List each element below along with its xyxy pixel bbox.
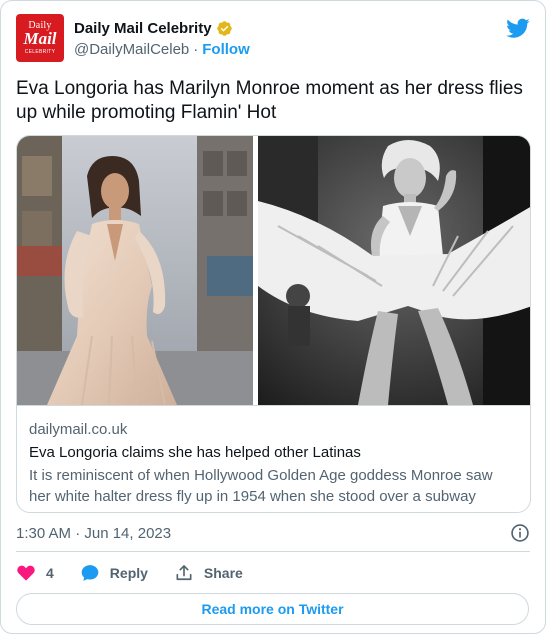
photo-collage[interactable] bbox=[17, 136, 530, 405]
author-handle-row: @DailyMailCeleb · Follow bbox=[74, 41, 250, 58]
like-button[interactable]: 4 bbox=[16, 563, 54, 583]
follow-button[interactable]: Follow bbox=[202, 41, 250, 58]
link-description: It is reminiscent of when Hollywood Gold… bbox=[29, 467, 493, 512]
timestamp-row: 1:30 AM · Jun 14, 2023 bbox=[16, 522, 530, 544]
link-domain: dailymail.co.uk bbox=[29, 421, 128, 438]
link-preview-card[interactable]: dailymail.co.uk Eva Longoria claims she … bbox=[16, 135, 531, 513]
author-name-row: Daily Mail Celebrity bbox=[74, 18, 233, 38]
action-bar: 4 Reply Share bbox=[16, 561, 269, 585]
tweet-timestamp[interactable]: 1:30 AM · Jun 14, 2023 bbox=[16, 525, 171, 542]
reply-button[interactable]: Reply bbox=[80, 563, 148, 583]
eva-longoria-photo-image bbox=[17, 136, 253, 405]
info-circle-icon[interactable] bbox=[510, 523, 530, 543]
twitter-bird-icon[interactable] bbox=[506, 16, 530, 40]
author-handle[interactable]: @DailyMailCeleb bbox=[74, 41, 189, 58]
heart-icon bbox=[17, 565, 35, 581]
separator-dot: · bbox=[193, 41, 199, 58]
reply-label: Reply bbox=[109, 565, 148, 581]
avatar-text-celebrity: CELEBRITY bbox=[24, 49, 56, 55]
tweet-text: Eva Longoria has Marilyn Monroe moment a… bbox=[16, 78, 523, 123]
photo-marilyn-monroe[interactable] bbox=[258, 136, 530, 405]
reply-bubble-icon bbox=[81, 565, 99, 581]
link-title: Eva Longoria claims she has helped other… bbox=[29, 444, 361, 461]
share-upload-icon bbox=[176, 565, 192, 581]
share-label: Share bbox=[203, 565, 243, 581]
share-button[interactable]: Share bbox=[174, 563, 243, 583]
gold-verified-badge-icon bbox=[216, 20, 232, 36]
link-card-info[interactable]: dailymail.co.uk Eva Longoria claims she … bbox=[17, 405, 530, 512]
tweet-embed-card: Daily Mail CELEBRITY Daily Mail Celebrit… bbox=[0, 0, 546, 634]
avatar[interactable]: Daily Mail CELEBRITY bbox=[16, 14, 64, 62]
photo-eva-longoria[interactable] bbox=[17, 136, 253, 405]
tweet-header: Daily Mail CELEBRITY Daily Mail Celebrit… bbox=[16, 14, 530, 62]
avatar-text-mail: Mail bbox=[23, 29, 57, 48]
like-count: 4 bbox=[46, 565, 54, 581]
read-more-button[interactable]: Read more on Twitter bbox=[16, 593, 529, 625]
marilyn-monroe-photo-image bbox=[258, 136, 530, 405]
divider bbox=[16, 551, 530, 552]
author-display-name[interactable]: Daily Mail Celebrity bbox=[74, 20, 212, 37]
